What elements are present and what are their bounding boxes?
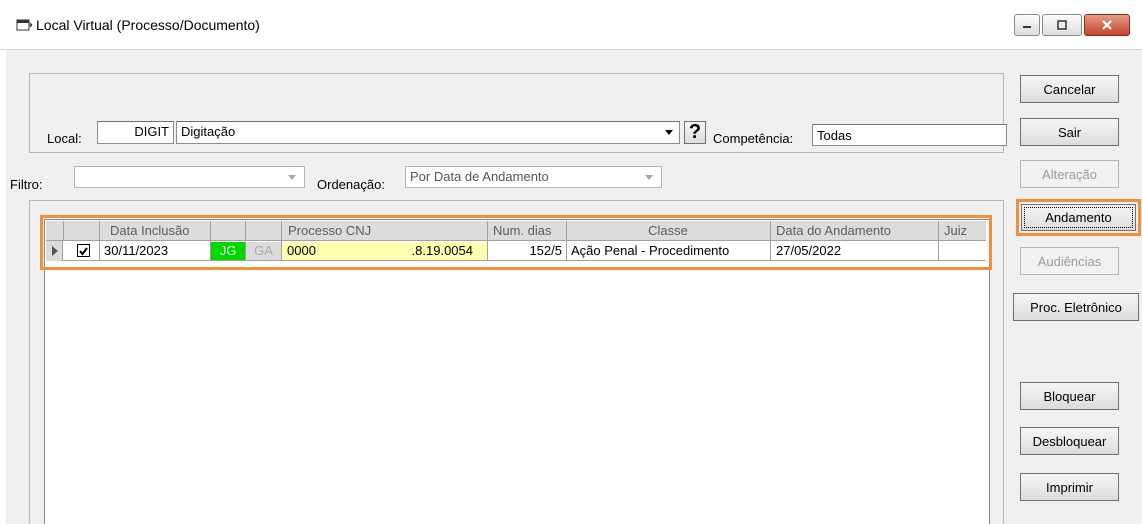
chevron-down-icon[interactable] <box>643 171 655 186</box>
minimize-icon <box>1023 26 1031 28</box>
maximize-icon <box>1057 20 1067 30</box>
sair-label: Sair <box>1057 124 1082 140</box>
competencia-value: Todas <box>817 128 852 143</box>
close-icon <box>1102 20 1112 30</box>
chevron-down-icon[interactable] <box>663 126 675 141</box>
grid-highlight-frame <box>40 215 992 270</box>
window-title: Local Virtual (Processo/Documento) <box>36 17 260 33</box>
ordenacao-value: Por Data de Andamento <box>410 169 549 184</box>
local-label: Local: <box>47 131 82 146</box>
proc-eletronico-label: Proc. Eletrônico <box>1030 299 1122 315</box>
bloquear-label: Bloquear <box>1043 388 1096 404</box>
cancelar-label: Cancelar <box>1043 81 1096 97</box>
audiencias-label: Audiências <box>1037 253 1102 269</box>
cancelar-button[interactable]: Cancelar <box>1020 75 1119 103</box>
competencia-field[interactable]: Todas <box>812 124 1007 146</box>
chevron-down-icon[interactable] <box>286 171 298 186</box>
audiencias-button[interactable]: Audiências <box>1020 247 1119 275</box>
proc-eletronico-button[interactable]: Proc. Eletrônico <box>1013 293 1139 321</box>
desbloquear-label: Desbloquear <box>1032 433 1107 449</box>
help-button[interactable]: ? <box>684 121 706 144</box>
minimize-button[interactable] <box>1014 14 1040 36</box>
app-window-icon <box>16 19 32 31</box>
close-window-button[interactable] <box>1084 14 1130 36</box>
alteracao-button[interactable]: Alteração <box>1020 160 1119 188</box>
local-name-value: Digitação <box>181 124 236 139</box>
local-name-select[interactable]: Digitação <box>176 121 680 144</box>
bloquear-button[interactable]: Bloquear <box>1020 382 1119 410</box>
competencia-label: Competência: <box>713 131 794 146</box>
desbloquear-button[interactable]: Desbloquear <box>1020 427 1119 455</box>
local-code-value: DIGIT <box>134 124 169 139</box>
left-frame <box>0 50 6 524</box>
andamento-button[interactable]: Andamento <box>1021 204 1136 231</box>
filtro-select[interactable] <box>74 166 305 188</box>
imprimir-button[interactable]: Imprimir <box>1020 473 1119 501</box>
filtro-label: Filtro: <box>10 177 43 192</box>
local-code-field[interactable]: DIGIT <box>97 121 174 144</box>
alteracao-label: Alteração <box>1042 166 1097 182</box>
sair-button[interactable]: Sair <box>1020 118 1119 146</box>
ordenacao-label: Ordenação: <box>317 177 385 192</box>
ordenacao-select[interactable]: Por Data de Andamento <box>405 166 662 188</box>
andamento-label: Andamento <box>1045 210 1112 225</box>
maximize-button[interactable] <box>1042 14 1082 36</box>
imprimir-label: Imprimir <box>1046 479 1093 495</box>
